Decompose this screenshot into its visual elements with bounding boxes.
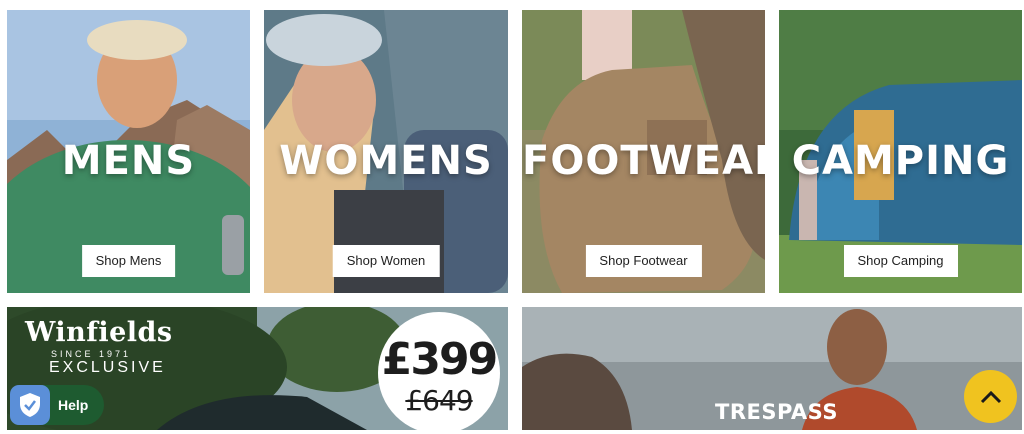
category-title-mens: MENS bbox=[61, 138, 196, 184]
shop-footwear-button[interactable]: Shop Footwear bbox=[585, 245, 702, 277]
shop-camping-button[interactable]: Shop Camping bbox=[843, 245, 958, 277]
help-label: Help bbox=[58, 397, 89, 413]
price-badge: £399 £649 bbox=[378, 312, 500, 434]
shop-women-button[interactable]: Shop Women bbox=[332, 245, 440, 277]
shield-check-icon bbox=[10, 385, 50, 425]
category-title-camping: CAMPING bbox=[791, 138, 1010, 184]
price-now: £399 bbox=[381, 334, 498, 385]
winfields-logo: Winfields bbox=[25, 317, 173, 348]
price-was: £649 bbox=[405, 384, 473, 417]
chevron-up-icon bbox=[980, 390, 1001, 403]
category-title-womens: WOMENS bbox=[279, 138, 493, 184]
category-tile-camping[interactable]: CAMPING Shop Camping bbox=[779, 10, 1022, 293]
category-tile-footwear[interactable]: FOOTWEAR Shop Footwear bbox=[522, 10, 765, 293]
category-tile-womens[interactable]: WOMENS Shop Women bbox=[264, 10, 508, 293]
scroll-top-button[interactable] bbox=[964, 370, 1017, 423]
shop-mens-button[interactable]: Shop Mens bbox=[81, 245, 176, 277]
category-title-footwear: FOOTWEAR bbox=[522, 138, 765, 184]
help-widget-button[interactable]: Help bbox=[10, 385, 104, 425]
category-tile-mens[interactable]: MENS Shop Mens bbox=[7, 10, 250, 293]
winfields-since: SINCE 1971 bbox=[51, 349, 132, 359]
trespass-logo: TRESPASS bbox=[715, 400, 838, 424]
winfields-exclusive: EXCLUSIVE bbox=[49, 359, 166, 376]
